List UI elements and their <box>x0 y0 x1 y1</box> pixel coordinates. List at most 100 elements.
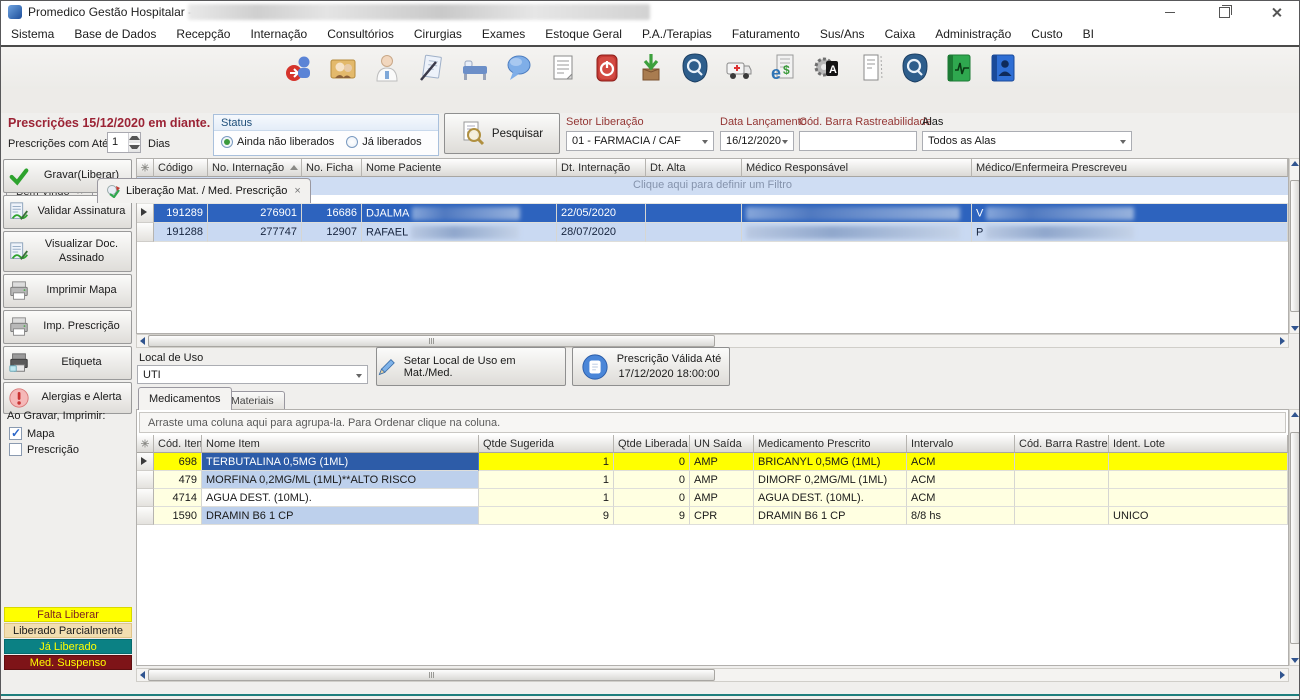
patient-records-icon[interactable] <box>328 52 358 84</box>
col-header-ident-lote[interactable]: Ident. Lote <box>1109 435 1288 453</box>
col-header-dt-alta[interactable]: Dt. Alta <box>646 159 742 177</box>
cell-ident-lote[interactable] <box>1109 489 1288 507</box>
spinner-arrows[interactable] <box>128 133 140 152</box>
menu-sus-ans[interactable]: Sus/Ans <box>810 24 875 44</box>
menu-cirurgias[interactable]: Cirurgias <box>404 24 472 44</box>
menu-exames[interactable]: Exames <box>472 24 535 44</box>
scroll-thumb[interactable] <box>1290 180 1300 312</box>
cell-un-saida[interactable]: AMP <box>690 489 754 507</box>
cell-medicamento-prescrito[interactable]: AGUA DEST. (10ML). <box>754 489 907 507</box>
cod-barra-input[interactable] <box>799 131 917 151</box>
cell-medicamento-prescrito[interactable]: DRAMIN B6 1 CP <box>754 507 907 525</box>
cell-medico-prescreveu[interactable]: V <box>972 204 1288 223</box>
cell-un-saida[interactable]: CPR <box>690 507 754 525</box>
cell-nome-item[interactable]: MORFINA 0,2MG/ML (1ML)**ALTO RISCO <box>202 471 479 489</box>
menu-internacao[interactable]: Internação <box>240 24 317 44</box>
top-grid-vscrollbar[interactable] <box>1289 158 1300 334</box>
col-header-ficha[interactable]: No. Ficha <box>302 159 362 177</box>
ambulance-icon[interactable] <box>724 52 754 84</box>
cell-dt-alta[interactable] <box>646 223 742 242</box>
cell-dt-alta[interactable] <box>646 204 742 223</box>
cell-cod-barra[interactable] <box>1015 471 1109 489</box>
col-header-dt-internacao[interactable]: Dt. Internação <box>557 159 646 177</box>
row-selector[interactable] <box>137 489 154 507</box>
stock-entry-icon[interactable] <box>636 52 666 84</box>
item-row[interactable]: 479 MORFINA 0,2MG/ML (1ML)**ALTO RISCO 1… <box>137 471 1288 489</box>
menu-base-de-dados[interactable]: Base de Dados <box>64 24 166 44</box>
item-row[interactable]: 4714 AGUA DEST. (10ML). 1 0 AMP AGUA DES… <box>137 489 1288 507</box>
patient-row[interactable]: 191288 277747 12907 RAFAEL 28/07/2020 P <box>137 223 1288 242</box>
menu-administracao[interactable]: Administração <box>925 24 1021 44</box>
cell-dt-internacao[interactable]: 28/07/2020 <box>557 223 646 242</box>
col-header-medicamento-prescrito[interactable]: Medicamento Prescrito <box>754 435 907 453</box>
cell-nome-paciente[interactable]: RAFAEL <box>362 223 557 242</box>
patient-row-selected[interactable]: 191289 276901 16686 DJALMA 22/05/2020 V <box>137 204 1288 223</box>
cell-un-saida[interactable]: AMP <box>690 453 754 471</box>
electronic-billing-icon[interactable]: $e <box>768 52 798 84</box>
cell-codigo[interactable]: 191289 <box>154 204 208 223</box>
cell-qtde-sugerida[interactable]: 1 <box>479 489 614 507</box>
cell-ficha[interactable]: 12907 <box>302 223 362 242</box>
menu-caixa[interactable]: Caixa <box>875 24 926 44</box>
cell-intervalo[interactable]: 8/8 hs <box>907 507 1015 525</box>
local-de-uso-select[interactable]: UTI <box>137 365 368 384</box>
row-selector[interactable] <box>137 453 154 471</box>
cell-cod-barra[interactable] <box>1015 489 1109 507</box>
cell-cod-item[interactable]: 4714 <box>154 489 202 507</box>
vitals-book-icon[interactable] <box>944 52 974 84</box>
alas-select[interactable]: Todos as Alas <box>922 131 1132 151</box>
col-header-medico-prescreveu[interactable]: Médico/Enfermeira Prescreveu <box>972 159 1288 177</box>
data-lancamento-select[interactable]: 16/12/2020 <box>720 131 794 151</box>
tab-medicamentos[interactable]: Medicamentos <box>138 387 232 410</box>
menu-sistema[interactable]: Sistema <box>1 24 64 44</box>
bottom-grid-vscrollbar[interactable] <box>1289 409 1300 666</box>
settings-auto-icon[interactable]: A <box>812 52 842 84</box>
cell-qtde-liberada[interactable]: 9 <box>614 507 690 525</box>
cell-cod-barra[interactable] <box>1015 453 1109 471</box>
sync-patient-icon[interactable] <box>284 52 314 84</box>
scroll-thumb[interactable] <box>1290 432 1300 644</box>
group-by-hint-bar[interactable]: Arraste uma coluna aqui para agrupa-la. … <box>139 412 1286 433</box>
mapa-checkbox[interactable] <box>9 427 22 440</box>
cell-qtde-sugerida[interactable]: 9 <box>479 507 614 525</box>
col-header-internacao[interactable]: No. Internação <box>208 159 302 177</box>
row-selector[interactable] <box>137 223 154 242</box>
imprimir-mapa-button[interactable]: Imprimir Mapa <box>3 274 132 308</box>
promedico-shield-icon[interactable] <box>680 52 710 84</box>
promedico-shield-alt-icon[interactable] <box>900 52 930 84</box>
receipt-icon[interactable] <box>856 52 886 84</box>
radio-ja-liberados[interactable] <box>346 136 358 148</box>
prescricao-checkbox-row[interactable]: Prescrição <box>9 443 79 456</box>
scroll-thumb[interactable] <box>148 669 715 681</box>
col-header-qtde-sugerida[interactable]: Qtde Sugerida <box>479 435 614 453</box>
cell-nome-item[interactable]: TERBUTALINA 0,5MG (1ML) <box>202 453 479 471</box>
power-icon[interactable] <box>592 52 622 84</box>
cell-cod-item[interactable]: 479 <box>154 471 202 489</box>
days-spinner[interactable]: 1 <box>107 132 141 153</box>
doctor-icon[interactable] <box>372 52 402 84</box>
cell-nome-paciente[interactable]: DJALMA <box>362 204 557 223</box>
menu-recepcao[interactable]: Recepção <box>166 24 240 44</box>
cell-qtde-sugerida[interactable]: 1 <box>479 453 614 471</box>
minimize-button[interactable] <box>1147 1 1193 23</box>
menu-bi[interactable]: BI <box>1073 24 1104 44</box>
search-button[interactable]: Pesquisar <box>444 113 560 154</box>
col-header-cod-barra[interactable]: Cód. Barra Rastrea <box>1015 435 1109 453</box>
item-row[interactable]: 1590 DRAMIN B6 1 CP 9 9 CPR DRAMIN B6 1 … <box>137 507 1288 525</box>
item-row-selected[interactable]: 698 TERBUTALINA 0,5MG (1ML) 1 0 AMP BRIC… <box>137 453 1288 471</box>
col-header-codigo[interactable]: Código <box>154 159 208 177</box>
tab-close-icon[interactable]: × <box>294 185 300 197</box>
radio-ainda-nao-liberados[interactable] <box>221 136 233 148</box>
cell-ficha[interactable]: 16686 <box>302 204 362 223</box>
col-header-nome-paciente[interactable]: Nome Paciente <box>362 159 557 177</box>
hospital-bed-icon[interactable] <box>460 52 490 84</box>
cell-medicamento-prescrito[interactable]: BRICANYL 0,5MG (1ML) <box>754 453 907 471</box>
cell-intervalo[interactable]: ACM <box>907 453 1015 471</box>
cell-medico-prescreveu[interactable]: P <box>972 223 1288 242</box>
cell-internacao[interactable]: 277747 <box>208 223 302 242</box>
col-header-cod-item[interactable]: Cód. Item <box>154 435 202 453</box>
report-sheet-icon[interactable] <box>548 52 578 84</box>
prescricao-checkbox[interactable] <box>9 443 22 456</box>
tab-liberacao-mat-med[interactable]: Liberação Mat. / Med. Prescrição × <box>97 178 311 203</box>
cell-un-saida[interactable]: AMP <box>690 471 754 489</box>
